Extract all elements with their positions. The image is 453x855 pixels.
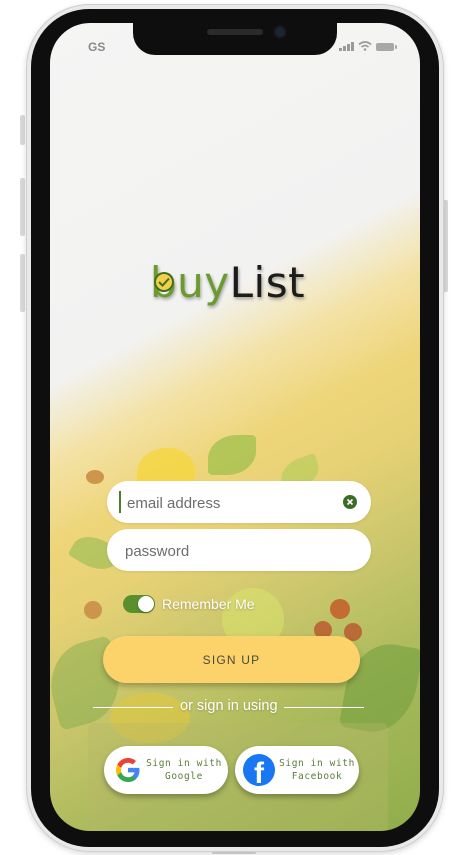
status-icons [339, 41, 397, 51]
facebook-button-label: Sign in with Facebook [279, 757, 355, 783]
google-icon [116, 758, 140, 782]
text-caret [119, 491, 121, 513]
front-camera [275, 27, 285, 37]
email-input[interactable] [125, 491, 339, 515]
status-carrier: GS [88, 40, 106, 54]
email-field[interactable] [107, 481, 371, 523]
home-indicator [212, 852, 256, 854]
google-label-line1: Sign in with [146, 758, 222, 769]
divider-line-left [93, 707, 173, 708]
checkmark-icon [154, 272, 174, 292]
almond-decoration [86, 470, 104, 484]
google-sign-in-button[interactable]: Sign in with Google [104, 746, 228, 794]
facebook-label-line2: Facebook [291, 771, 343, 782]
remember-me-label: Remember Me [162, 596, 255, 612]
password-field[interactable] [107, 529, 371, 571]
remember-me-toggle[interactable] [123, 595, 155, 613]
wifi-icon [357, 41, 372, 51]
google-label-line2: Google [165, 771, 203, 782]
phone-volume-up [20, 178, 25, 236]
sign-up-button[interactable]: SIGN UP [103, 636, 360, 683]
lettuce-decoration [208, 435, 256, 475]
or-sign-in-label: or sign in using [180, 698, 278, 714]
nut-decoration [84, 601, 102, 619]
toggle-knob [138, 596, 154, 612]
speaker-grille [207, 29, 263, 35]
facebook-sign-in-button[interactable]: f Sign in with Facebook [235, 746, 359, 794]
battery-icon [375, 43, 397, 51]
clear-icon[interactable] [343, 495, 357, 509]
google-button-label: Sign in with Google [146, 757, 222, 783]
facebook-label-line1: Sign in with [279, 758, 355, 769]
phone-notch [133, 23, 337, 55]
cellular-signal-icon [339, 41, 354, 51]
phone-silent-switch [20, 115, 25, 145]
password-input[interactable] [123, 539, 337, 563]
facebook-icon: f [243, 754, 275, 786]
tomato-decoration [330, 599, 350, 619]
logo-text-list: List [229, 258, 306, 307]
phone-volume-down [20, 254, 25, 312]
divider-line-right [284, 707, 364, 708]
